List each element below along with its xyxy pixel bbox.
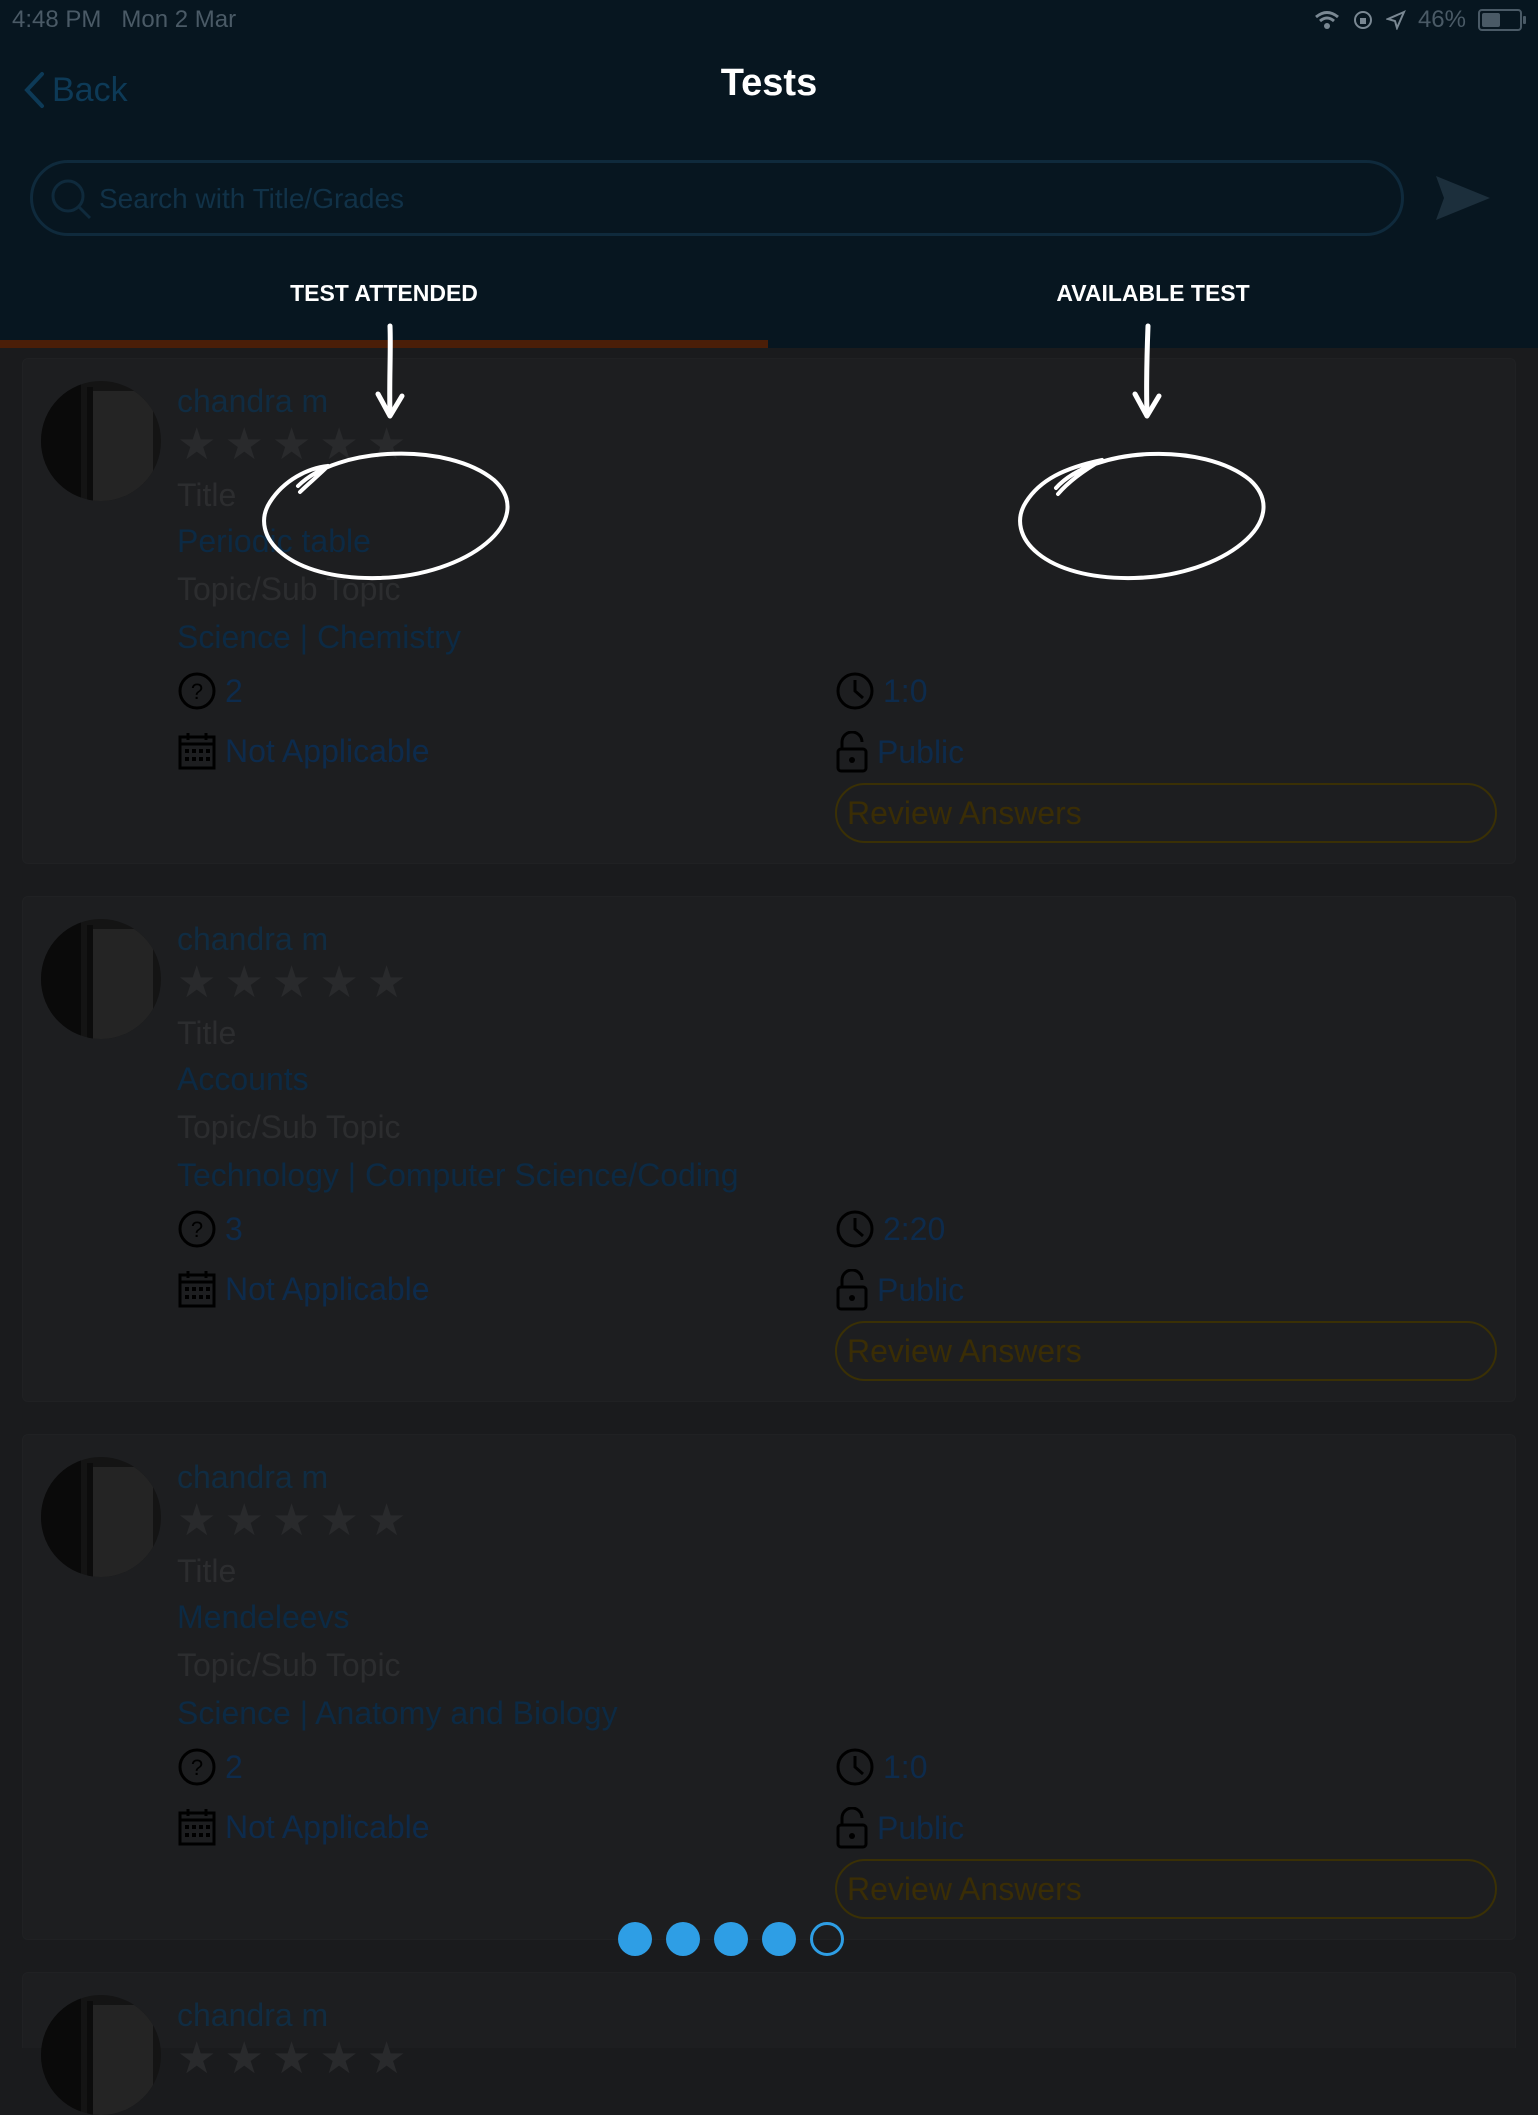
star-icon: ★ xyxy=(319,2034,359,2083)
battery-percent: 46% xyxy=(1417,6,1466,33)
star-icon: ★ xyxy=(366,2034,407,2083)
question-circle-icon: ? xyxy=(178,1210,216,1248)
star-icon: ★ xyxy=(177,1496,217,1545)
page-dot[interactable] xyxy=(714,1922,748,1956)
test-card[interactable]: chandra m ★ ★ ★ ★ ★ Title Accounts Topic/Sub… xyxy=(22,896,1516,1402)
test-topic: Technology | Computer Science/Coding xyxy=(177,1157,739,1193)
page-title: Tests xyxy=(720,62,818,104)
star-icon: ★ xyxy=(177,420,217,469)
star-icon: ★ xyxy=(177,2034,217,2083)
duration: 2:20 xyxy=(835,1209,945,1249)
access-type: Public xyxy=(835,1807,964,1849)
access-type: Public xyxy=(835,731,964,773)
clock-icon xyxy=(836,1210,874,1248)
avatar xyxy=(41,919,161,1039)
question-count: ? 2 xyxy=(177,671,243,711)
orientation-lock-icon xyxy=(1353,11,1372,29)
rating-stars: ★ ★ ★ ★ ★ xyxy=(177,959,406,1007)
wifi-icon xyxy=(1315,11,1339,29)
test-card[interactable]: chandra m ★ ★ ★ ★ ★ xyxy=(22,1972,1516,2115)
review-answers-button[interactable]: Review Answers xyxy=(835,1859,1497,1919)
avatar xyxy=(41,1995,161,2115)
star-icon: ★ xyxy=(319,1496,359,1545)
unlock-icon xyxy=(836,731,868,773)
svg-text:?: ? xyxy=(191,1755,203,1780)
question-count: ? 2 xyxy=(177,1747,243,1787)
duration: 1:0 xyxy=(835,1747,927,1787)
question-circle-icon: ? xyxy=(178,672,216,710)
access-type: Public xyxy=(835,1269,964,1311)
question-count: ? 3 xyxy=(177,1209,243,1249)
page-indicator xyxy=(618,1922,844,1956)
page-dot-current[interactable] xyxy=(810,1922,844,1956)
review-answers-button[interactable]: Review Answers xyxy=(835,1321,1497,1381)
topic-label: Topic/Sub Topic xyxy=(177,1647,401,1683)
question-circle-icon: ? xyxy=(178,1748,216,1786)
location-icon xyxy=(1385,10,1406,30)
send-icon[interactable] xyxy=(1436,176,1490,220)
rating-stars: ★ ★ ★ ★ ★ xyxy=(177,2035,406,2083)
calendar-icon xyxy=(178,733,216,770)
star-icon: ★ xyxy=(224,2034,264,2083)
unlock-icon xyxy=(836,1807,868,1849)
star-icon: ★ xyxy=(366,1496,407,1545)
annotation-circle-left xyxy=(262,451,510,581)
page-dot[interactable] xyxy=(666,1922,700,1956)
unlock-icon xyxy=(836,1269,868,1311)
battery-icon xyxy=(1478,9,1526,31)
star-icon: ★ xyxy=(224,1496,264,1545)
tab-test-attended[interactable]: TEST ATTENDED xyxy=(0,280,768,307)
avatar xyxy=(41,381,161,501)
svg-text:?: ? xyxy=(191,1217,203,1242)
test-card[interactable]: chandra m ★ ★ ★ ★ ★ Title Periodic table Top… xyxy=(22,358,1516,864)
status-time: 4:48 PM Mon 2 Mar xyxy=(12,6,237,33)
due-date: Not Applicable xyxy=(177,1807,430,1847)
author-name: chandra m xyxy=(177,921,329,957)
status-bar: 4:48 PM Mon 2 Mar 46% xyxy=(0,0,1538,40)
tab-available-test[interactable]: AVAILABLE TEST xyxy=(768,280,1538,307)
test-title: Mendeleevs xyxy=(177,1599,350,1635)
test-topic: Science | Anatomy and Biology xyxy=(177,1695,618,1731)
title-label: Title xyxy=(177,1015,237,1051)
page-dot[interactable] xyxy=(618,1922,652,1956)
title-label: Title xyxy=(177,477,237,513)
star-icon: ★ xyxy=(177,958,217,1007)
review-answers-button[interactable]: Review Answers xyxy=(835,783,1497,843)
calendar-icon xyxy=(178,1809,216,1846)
nav-bar: Back Tests xyxy=(0,40,1538,141)
test-title: Accounts xyxy=(177,1061,309,1097)
avatar xyxy=(41,1457,161,1577)
search-icon xyxy=(51,179,92,220)
clock-icon xyxy=(836,672,874,710)
search-bar xyxy=(0,140,1538,252)
tab-bar: TEST ATTENDED AVAILABLE TEST xyxy=(0,252,1538,348)
page-dot[interactable] xyxy=(762,1922,796,1956)
rating-stars: ★ ★ ★ ★ ★ xyxy=(177,1497,406,1545)
star-icon: ★ xyxy=(271,2034,312,2083)
author-name: chandra m xyxy=(177,383,329,419)
topic-label: Topic/Sub Topic xyxy=(177,1109,401,1145)
annotation-arrow-right xyxy=(1132,323,1162,419)
calendar-icon xyxy=(178,1271,216,1308)
test-topic: Science | Chemistry xyxy=(177,619,461,655)
star-icon: ★ xyxy=(271,1496,312,1545)
search-box xyxy=(30,160,1404,236)
due-date: Not Applicable xyxy=(177,731,430,771)
due-date: Not Applicable xyxy=(177,1269,430,1309)
star-icon: ★ xyxy=(319,958,359,1007)
annotation-arrow-left xyxy=(375,323,405,419)
star-icon: ★ xyxy=(366,958,407,1007)
status-right: 46% xyxy=(1314,6,1526,34)
star-icon: ★ xyxy=(271,958,312,1007)
duration: 1:0 xyxy=(835,671,927,711)
svg-text:?: ? xyxy=(191,679,203,704)
test-card[interactable]: chandra m ★ ★ ★ ★ ★ Title Mendeleevs Topic/S… xyxy=(22,1434,1516,1940)
star-icon: ★ xyxy=(224,958,264,1007)
author-name: chandra m xyxy=(177,1997,329,2033)
annotation-circle-right xyxy=(1018,451,1266,581)
search-input[interactable] xyxy=(97,163,1391,235)
title-label: Title xyxy=(177,1553,237,1589)
clock-icon xyxy=(836,1748,874,1786)
author-name: chandra m xyxy=(177,1459,329,1495)
